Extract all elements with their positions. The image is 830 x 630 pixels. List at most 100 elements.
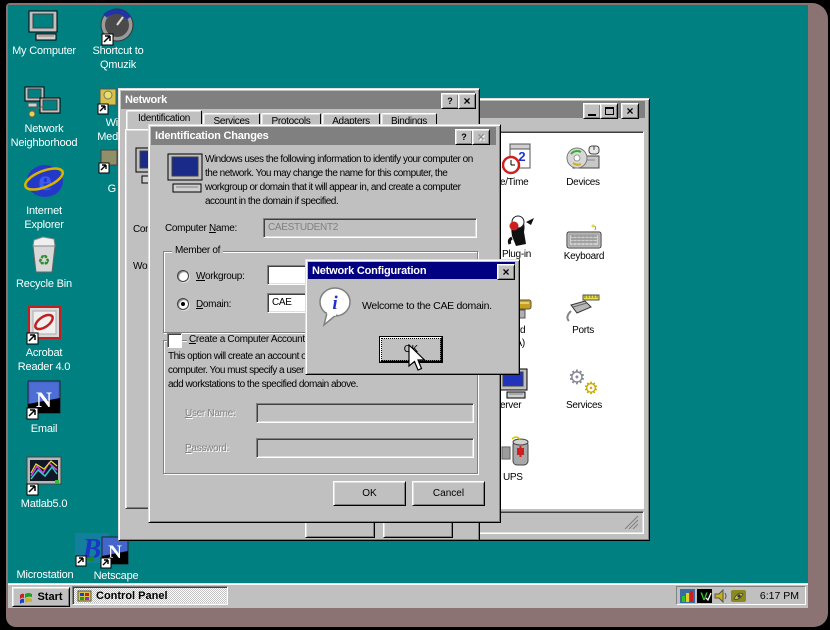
close-button[interactable]: × [621,103,639,119]
desktop-icon-label: Acrobat [8,347,80,360]
desktop-icon-recycle-bin[interactable]: ♻ Recycle Bin [8,236,80,294]
minimize-button[interactable] [583,103,601,119]
desktop-icon-label: My Computer [4,45,84,58]
password-field [256,438,474,458]
cp-icon-services[interactable]: ⚙⚙ [565,364,603,398]
desktop-icon-g-partial[interactable]: G [90,149,118,199]
desktop-icon-label: Med [78,131,118,144]
desktop-icon-label: Explorer [8,219,80,232]
network-neighborhood-icon [24,86,62,122]
ok-button[interactable]: OK [333,481,406,506]
qmuzik-icon [96,8,136,46]
acrobat-reader-icon [25,306,63,346]
desktop-icon-my-computer[interactable]: My Computer [4,10,84,60]
computer-name-field: CAESTUDENT2 [263,218,477,238]
svg-text:♻: ♻ [38,253,51,269]
identification-intro-line4: account in the domain if specified. [205,196,338,207]
mouse-cursor [408,344,428,372]
desktop-icon-label: Netscape [78,570,154,583]
close-button[interactable]: × [497,264,515,280]
create-account-label-accel: C [189,334,196,345]
user-name-label: User Name: [185,408,235,419]
identification-dialog-titlebar[interactable]: Identification Changes [151,127,496,145]
computer-name-label-rest: ame: [216,223,237,234]
user-name-label-rest: ser Name: [192,408,235,419]
identification-dialog-title: Identification Changes [155,130,269,142]
maximize-icon [605,107,614,115]
desktop-icon-win-media-partial[interactable]: Wi Med [78,88,120,148]
identification-dialog-computer-icon [166,152,206,198]
workgroup-radio[interactable] [177,270,189,282]
win-media-partial-icon [94,88,120,116]
task-button-label: Control Panel [96,590,168,602]
password-label: Password: [185,443,229,454]
desktop-icon-network-neighborhood[interactable]: Network Neighborhood [0,86,88,152]
system-tray: V 6:17 PM [676,586,806,605]
cp-icon-ups[interactable] [500,435,534,469]
desktop-icon-netscape[interactable]: N Netscape [78,536,154,584]
graphics-tray-icon[interactable] [731,589,746,603]
msgbox-titlebar[interactable]: Network Configuration [308,262,515,279]
cp-icon-devices[interactable] [565,144,601,176]
cp-label-ups[interactable]: UPS [503,472,523,483]
help-button[interactable]: ? [441,93,459,109]
cancel-button[interactable]: Cancel [412,481,485,506]
network-dialog-title: Network [125,94,167,106]
cp-label-services[interactable]: Services [553,400,615,411]
tray-clock[interactable]: 6:17 PM [760,590,799,602]
my-computer-icon [26,10,62,44]
desktop-icon-internet-explorer[interactable]: e Internet Explorer [8,160,80,234]
meter-tray-icon[interactable] [680,589,695,603]
msgbox-title: Network Configuration [312,265,426,277]
desktop-icon-label: Qmuzik [78,59,158,72]
cp-label-date-time[interactable]: e/Time [500,177,528,188]
computer-name-label: Computer Name: [165,223,237,234]
internet-explorer-icon: e [22,160,66,202]
cp-icon-ports[interactable] [563,293,603,325]
desktop-icon-label: Internet [8,205,80,218]
computer-name-label-accel: N [209,223,216,234]
cp-label-server[interactable]: erver [500,400,521,411]
domain-radio[interactable] [177,298,189,310]
cp-icon-java-plugin[interactable] [504,212,536,248]
workgroup-label-rest: orkgroup: [205,271,245,282]
desktop-icon-acrobat[interactable]: Acrobat Reader 4.0 [8,306,80,376]
computer-name-label-pre: Computer [165,223,209,234]
volume-tray-icon[interactable] [714,589,729,603]
screen: { "colors": { "desktop": "#008080", "bez… [0,0,830,630]
desktop-icon-label: Reader 4.0 [8,361,80,374]
task-button-control-panel[interactable]: Control Panel [72,586,228,605]
user-name-field [256,403,474,423]
desktop-icon-label: Email [8,423,80,436]
cp-icon-keyboard[interactable] [565,224,603,252]
desktop-icon-qmuzik[interactable]: Shortcut to Qmuzik [78,8,158,74]
svg-text:V: V [700,591,708,603]
resize-grip[interactable] [624,515,639,529]
desktop-icon-email[interactable]: N Email [8,380,80,438]
network-dialog-titlebar[interactable]: Network [121,91,475,109]
netscape-icon: N [100,536,130,570]
control-panel-icon [77,589,92,602]
help-button[interactable]: ? [455,129,473,145]
create-account-text-line3: add workstations to the specified domain… [168,379,358,390]
identification-intro-line1: Windows uses the following information t… [205,154,473,165]
member-of-label: Member of [172,245,223,256]
matlab-icon [25,456,63,496]
desktop-icon-matlab[interactable]: Matlab5.0 [8,456,80,514]
recycle-bin-icon: ♻ [25,236,63,274]
create-account-checkbox[interactable] [167,333,182,348]
desktop-icon-label: Microstation [2,569,88,582]
domain-label-rest: omain: [203,299,231,310]
maximize-button[interactable] [600,103,618,119]
windows-logo-icon [19,591,34,604]
virus-scan-tray-icon[interactable]: V [697,589,712,603]
cp-icon-date-time[interactable]: 2 [502,143,534,175]
info-icon: i [317,286,355,328]
user-name-label-accel: U [185,408,192,419]
start-button[interactable]: Start [12,587,70,607]
cp-label-ports[interactable]: Ports [553,325,613,336]
close-button[interactable]: × [458,93,476,109]
desktop-icon-label: Neighborhood [0,137,88,150]
cp-label-devices[interactable]: Devices [553,177,613,188]
cp-label-keyboard[interactable]: Keyboard [553,251,615,262]
